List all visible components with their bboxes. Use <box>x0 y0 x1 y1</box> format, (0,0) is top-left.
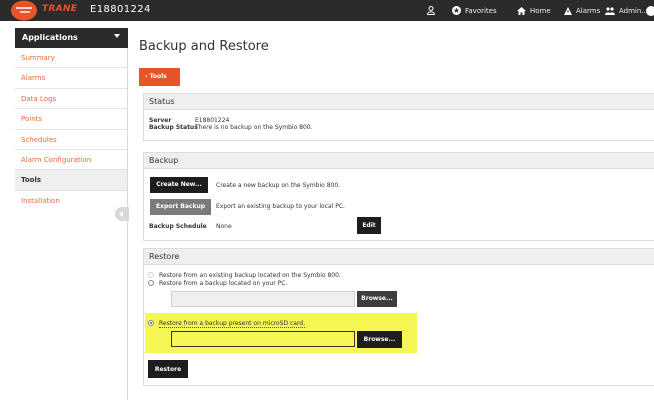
radio-restore-pc[interactable] <box>148 280 154 286</box>
restore-microsd-label: Restore from a backup present on microSD… <box>159 320 306 328</box>
nav-home[interactable]: Home <box>517 0 551 21</box>
brand-name: TRANE <box>42 4 78 14</box>
export-backup-button[interactable]: Export Backup <box>150 199 211 215</box>
sidebar-item-summary[interactable]: Summary <box>15 48 127 69</box>
sidebar-item-data-logs[interactable]: Data Logs <box>15 89 127 110</box>
status-heading: Status <box>144 94 654 110</box>
backup-schedule-label: Backup Schedule <box>149 223 207 230</box>
applications-menu-label: Applications <box>22 33 78 42</box>
server-label: Server <box>149 117 172 124</box>
alarm-triangle-icon <box>564 6 572 15</box>
sidebar-collapse-handle[interactable] <box>115 207 129 221</box>
help-icon <box>646 5 654 16</box>
trane-logo-icon <box>11 0 37 21</box>
nav-home-label: Home <box>530 6 551 15</box>
create-new-desc: Create a new backup on the Symbio 800. <box>216 182 341 189</box>
nav-alarms[interactable]: Alarms <box>564 0 600 21</box>
tools-back-label: Tools <box>149 73 167 80</box>
sidebar-item-installation[interactable]: Installation <box>15 191 127 211</box>
nav-alarms-label: Alarms <box>576 6 601 15</box>
top-bar: TRANE E18801224 Favorites Home Alarms Ad… <box>0 0 654 21</box>
nav-admin-label: Admin... <box>619 6 648 15</box>
restore-heading: Restore <box>144 249 654 265</box>
restore-existing-label: Restore from an existing backup located … <box>159 272 341 279</box>
sidebar: Applications Summary Alarms Data Logs Po… <box>15 28 128 400</box>
chevron-down-icon <box>114 34 120 38</box>
device-id: E18801224 <box>90 4 151 15</box>
edit-schedule-button[interactable]: Edit <box>357 217 381 234</box>
pc-file-field[interactable] <box>171 291 355 307</box>
backup-schedule-value: None <box>216 223 232 230</box>
sidebar-item-schedules[interactable]: Schedules <box>15 130 127 150</box>
browse-microsd-button[interactable]: Browse... <box>357 331 402 348</box>
sidebar-item-alarm-configuration[interactable]: Alarm Configuration <box>15 150 127 171</box>
create-new-button[interactable]: Create New... <box>150 177 208 193</box>
user-icon <box>427 6 435 15</box>
sidebar-item-tools[interactable]: Tools <box>15 170 127 191</box>
backup-status-label: Backup Status <box>149 124 198 131</box>
backup-status-value: There is no backup on the Symbio 800. <box>195 124 313 131</box>
help-icon[interactable] <box>646 0 654 21</box>
nav-favorites[interactable]: Favorites <box>452 0 497 21</box>
sidebar-item-alarms[interactable]: Alarms <box>15 68 127 89</box>
microsd-file-field[interactable] <box>171 331 355 347</box>
export-backup-desc: Export an existing backup to your local … <box>216 203 345 210</box>
tools-back-button[interactable]: ‹ Tools <box>139 68 180 86</box>
restore-button[interactable]: Restore <box>148 360 188 378</box>
radio-restore-existing[interactable] <box>148 272 154 278</box>
radio-restore-microsd[interactable] <box>148 320 154 326</box>
sidebar-item-points[interactable]: Points <box>15 109 127 130</box>
users-icon <box>605 6 615 15</box>
nav-favorites-label: Favorites <box>465 6 497 15</box>
star-icon <box>452 6 461 15</box>
backup-heading: Backup <box>144 153 654 169</box>
user-icon[interactable] <box>427 0 435 21</box>
applications-menu[interactable]: Applications <box>15 28 128 48</box>
nav-admin[interactable]: Admin... <box>605 0 648 21</box>
page-title: Backup and Restore <box>139 39 269 54</box>
browse-pc-button[interactable]: Browse... <box>357 291 397 307</box>
server-value: E18801224 <box>195 117 230 124</box>
restore-pc-label: Restore from a backup located on your PC… <box>159 280 288 287</box>
home-icon <box>517 6 526 15</box>
